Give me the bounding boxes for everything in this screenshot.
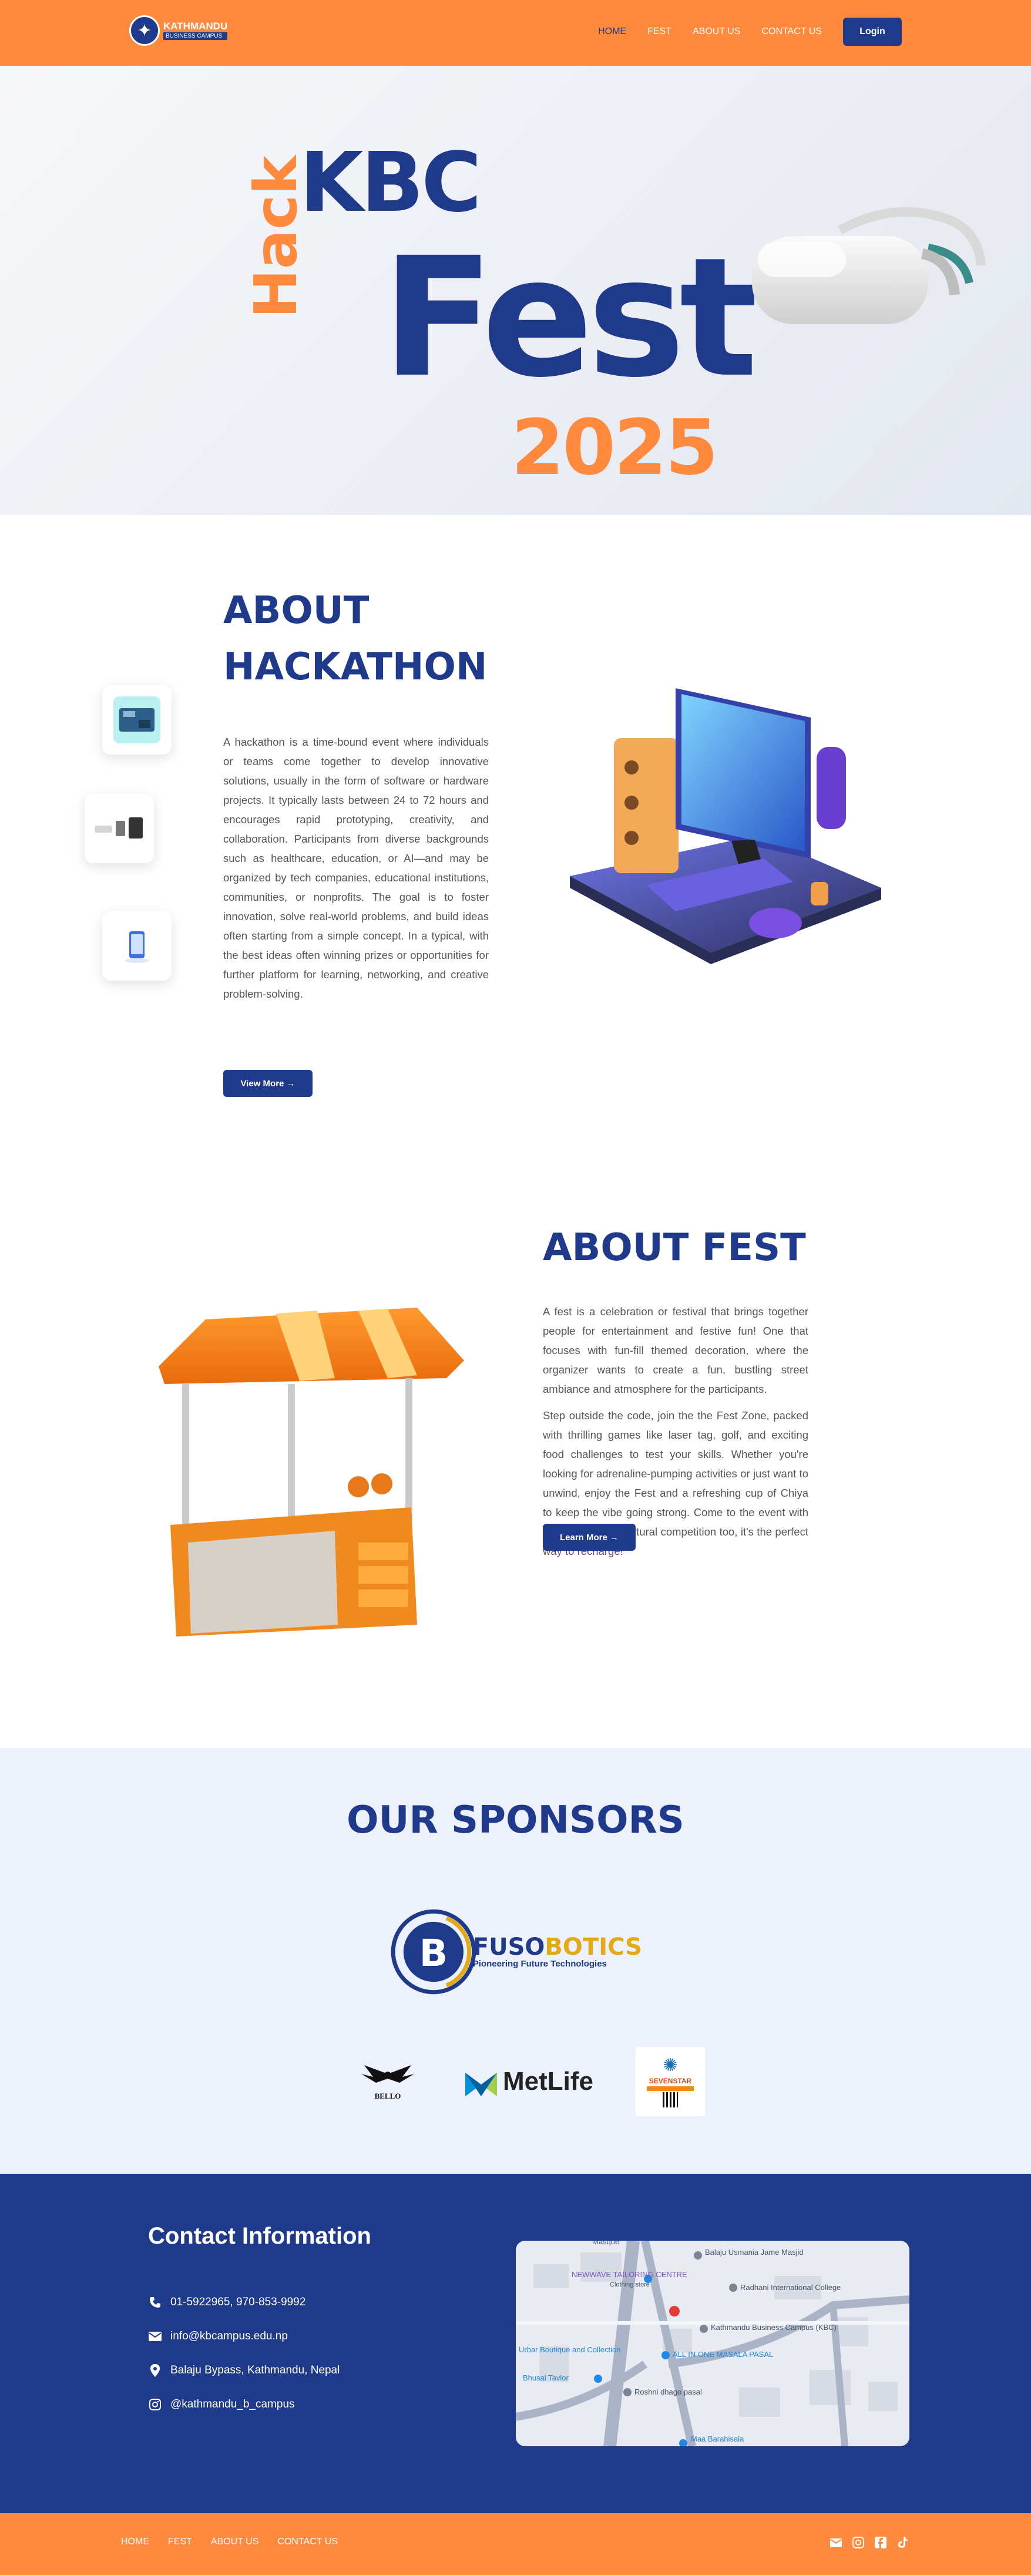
about-hackathon-title: ABOUT HACKATHON	[223, 589, 488, 689]
map-label-clothing-store: Clothing store	[610, 2281, 650, 2288]
map-label-bhusal-tavlor: Bhusal Tavlor	[523, 2373, 569, 2382]
contact-list: 01-5922965, 970-853-9992 info@kbcampus.e…	[148, 2285, 340, 2422]
metlife-label: MetLife	[503, 2066, 593, 2096]
sevenstar-emblem-icon: ✺	[663, 2055, 678, 2076]
sponsors-section: OUR SPONSORS B FUSOBOTICS Pioneering Fut…	[0, 1748, 1031, 2174]
about-hackathon-section: ABOUT HACKATHON A hackathon is a time-bo…	[0, 515, 1031, 1161]
instagram-icon	[148, 2399, 162, 2410]
map-label-kbc: Kathmandu Business Campus (KBC)	[711, 2323, 837, 2332]
fusobotics-name-part-b: BOTICS	[545, 1933, 642, 1961]
contact-address-text: Balaju Bypass, Kathmandu, Nepal	[170, 2364, 340, 2376]
map-label-radhani-college: Radhani International College	[740, 2283, 841, 2292]
nav-contact-us[interactable]: CONTACT US	[761, 26, 822, 37]
logo-line2: BUSINESS CAMPUS	[163, 32, 228, 40]
sponsor-bello[interactable]: BELLO	[352, 2062, 423, 2101]
hero-fest-text: Fest	[382, 223, 758, 414]
login-button[interactable]: Login	[843, 18, 902, 46]
location-map[interactable]: Masque Balaju Usmania Jame Masjid NEWWAV…	[516, 2241, 909, 2446]
nav-home[interactable]: HOME	[598, 26, 626, 37]
food-stall-image	[159, 1308, 464, 1636]
map-label-urbar-boutique: Urbar Boutique and Collection	[519, 2345, 620, 2354]
sponsor-row: BELLO MetLife ✺ SEVENSTAR	[352, 2045, 705, 2118]
hero-kbc-text: KBC	[300, 135, 482, 231]
qr-code-icon	[663, 2092, 678, 2107]
envelope-icon	[148, 2332, 162, 2341]
arduino-card	[102, 685, 172, 755]
fusobotics-name: FUSOBOTICS	[473, 1935, 642, 1959]
tiktok-icon[interactable]	[896, 2535, 910, 2550]
kbc-star-icon: ✦	[129, 15, 160, 46]
footer-about-us[interactable]: ABOUT US	[211, 2537, 259, 2547]
logo-text: KATHMANDU BUSINESS CAMPUS	[163, 21, 228, 40]
footer-contact-us[interactable]: CONTACT US	[277, 2537, 338, 2547]
map-label-roshni-dhago: Roshni dhago pasal	[634, 2388, 702, 2396]
phone-icon	[148, 2296, 162, 2308]
map-graphic: Masque Balaju Usmania Jame Masjid NEWWAV…	[516, 2241, 909, 2446]
facebook-icon[interactable]	[874, 2535, 888, 2550]
map-label-maa-barahisala: Maa Barahisala	[691, 2434, 744, 2443]
nav-about-us[interactable]: ABOUT US	[693, 26, 741, 37]
contact-phone[interactable]: 01-5922965, 970-853-9992	[148, 2285, 340, 2319]
footer-nav: HOME FEST ABOUT US CONTACT US	[121, 2537, 338, 2547]
main-nav: HOME FEST ABOUT US CONTACT US Login	[598, 18, 902, 46]
phone-card	[102, 911, 172, 981]
contact-instagram-text: @kathmandu_b_campus	[170, 2398, 295, 2410]
sevenstar-banner	[647, 2086, 694, 2091]
map-label-masque: Masque	[592, 2241, 619, 2246]
footer-social	[829, 2535, 910, 2550]
sponsor-metlife[interactable]: MetLife	[465, 2067, 593, 2096]
sponsor-sevenstar[interactable]: ✺ SEVENSTAR	[636, 2046, 705, 2116]
about-fest-title: ABOUT FEST	[543, 1226, 806, 1270]
smartphone-icon	[125, 931, 149, 963]
bello-eagle-icon	[361, 2065, 414, 2083]
location-pin-icon	[148, 2364, 162, 2377]
fusobotics-wordmark: FUSOBOTICS Pioneering Future Technologie…	[473, 1935, 642, 1969]
footer-home[interactable]: HOME	[121, 2537, 149, 2547]
learn-more-button[interactable]: Learn More →	[543, 1524, 636, 1551]
fusobotics-name-part-a: FUSO	[472, 1933, 545, 1961]
nav-fest[interactable]: FEST	[647, 26, 671, 37]
hero-year-text: 2025	[511, 403, 718, 492]
about-fest-paragraph-1: A fest is a celebration or festival that…	[543, 1305, 808, 1395]
contact-address: Balaju Bypass, Kathmandu, Nepal	[148, 2353, 340, 2388]
contact-email-text: info@kbcampus.edu.np	[170, 2330, 288, 2342]
about-hackathon-body: A hackathon is a time-bound event where …	[223, 736, 489, 1000]
mail-icon[interactable]	[829, 2535, 843, 2550]
contact-phone-text: 01-5922965, 970-853-9992	[170, 2296, 306, 2308]
about-fest-section: ABOUT FEST A fest is a celebration or fe…	[0, 1161, 1031, 1748]
bello-label: BELLO	[374, 2091, 401, 2100]
vr-headset-image	[752, 207, 986, 324]
map-label-masala-pasal: ALL IN ONE MASALA PASAL	[673, 2350, 773, 2359]
contact-instagram[interactable]: @kathmandu_b_campus	[148, 2388, 340, 2422]
instagram-icon[interactable]	[851, 2535, 865, 2550]
sponsor-fusobotics[interactable]: B FUSOBOTICS Pioneering Future Technolog…	[389, 1902, 642, 2002]
map-label-newwave: NEWWAVE TAILORING CENTRE	[572, 2270, 687, 2279]
desktop-computer-image	[570, 688, 881, 964]
footer: HOME FEST ABOUT US CONTACT US	[0, 2513, 1031, 2575]
gadgets-card	[85, 794, 154, 863]
contact-title: Contact Information	[148, 2223, 371, 2249]
hero-section: KBC Hack Fest 2025	[0, 66, 1031, 515]
logo-line1: KATHMANDU	[163, 21, 228, 32]
metlife-logo-icon	[465, 2072, 497, 2096]
map-label-balaju-jame-masjid: Balaju Usmania Jame Masjid	[705, 2248, 804, 2257]
view-more-button[interactable]: View More →	[223, 1070, 313, 1097]
arduino-board-icon	[113, 696, 160, 743]
footer-fest[interactable]: FEST	[168, 2537, 192, 2547]
contact-section: Contact Information 01-5922965, 970-853-…	[0, 2174, 1031, 2513]
contact-email[interactable]: info@kbcampus.edu.np	[148, 2319, 340, 2353]
navbar: ✦ KATHMANDU BUSINESS CAMPUS HOME FEST AB…	[0, 0, 1031, 66]
gadgets-icon	[95, 817, 143, 839]
fusobotics-logo-icon: B	[391, 1909, 476, 1995]
sponsors-title: OUR SPONSORS	[347, 1799, 684, 1842]
site-logo[interactable]: ✦ KATHMANDU BUSINESS CAMPUS	[129, 15, 228, 46]
hero-hack-text: Hack	[241, 156, 310, 318]
svg-text:B: B	[419, 1931, 448, 1975]
sevenstar-label: SEVENSTAR	[649, 2077, 692, 2085]
